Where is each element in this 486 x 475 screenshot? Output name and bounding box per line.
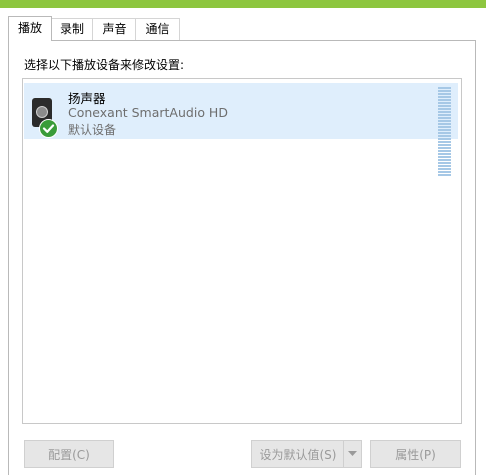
device-driver: Conexant SmartAudio HD: [68, 105, 228, 120]
instruction-label: 选择以下播放设备来修改设置:: [24, 58, 185, 72]
window-accent-bar: [0, 0, 486, 8]
set-default-label: 设为默认值(S): [259, 448, 337, 462]
chevron-down-icon[interactable]: [343, 441, 361, 467]
device-status: 默认设备: [68, 123, 117, 137]
tab-communications[interactable]: 通信: [135, 18, 180, 40]
tab-playback[interactable]: 播放: [8, 16, 52, 41]
tab-sounds[interactable]: 声音: [92, 18, 137, 40]
volume-meter: [438, 87, 451, 177]
set-default-button[interactable]: 设为默认值(S): [251, 440, 362, 468]
check-icon: [39, 119, 58, 138]
tab-recording[interactable]: 录制: [50, 18, 94, 40]
device-list[interactable]: 扬声器 Conexant SmartAudio HD 默认设备: [22, 78, 462, 424]
configure-button[interactable]: 配置(C): [24, 440, 114, 468]
properties-button[interactable]: 属性(P): [370, 440, 461, 468]
device-item-speaker[interactable]: 扬声器 Conexant SmartAudio HD 默认设备: [24, 83, 458, 176]
